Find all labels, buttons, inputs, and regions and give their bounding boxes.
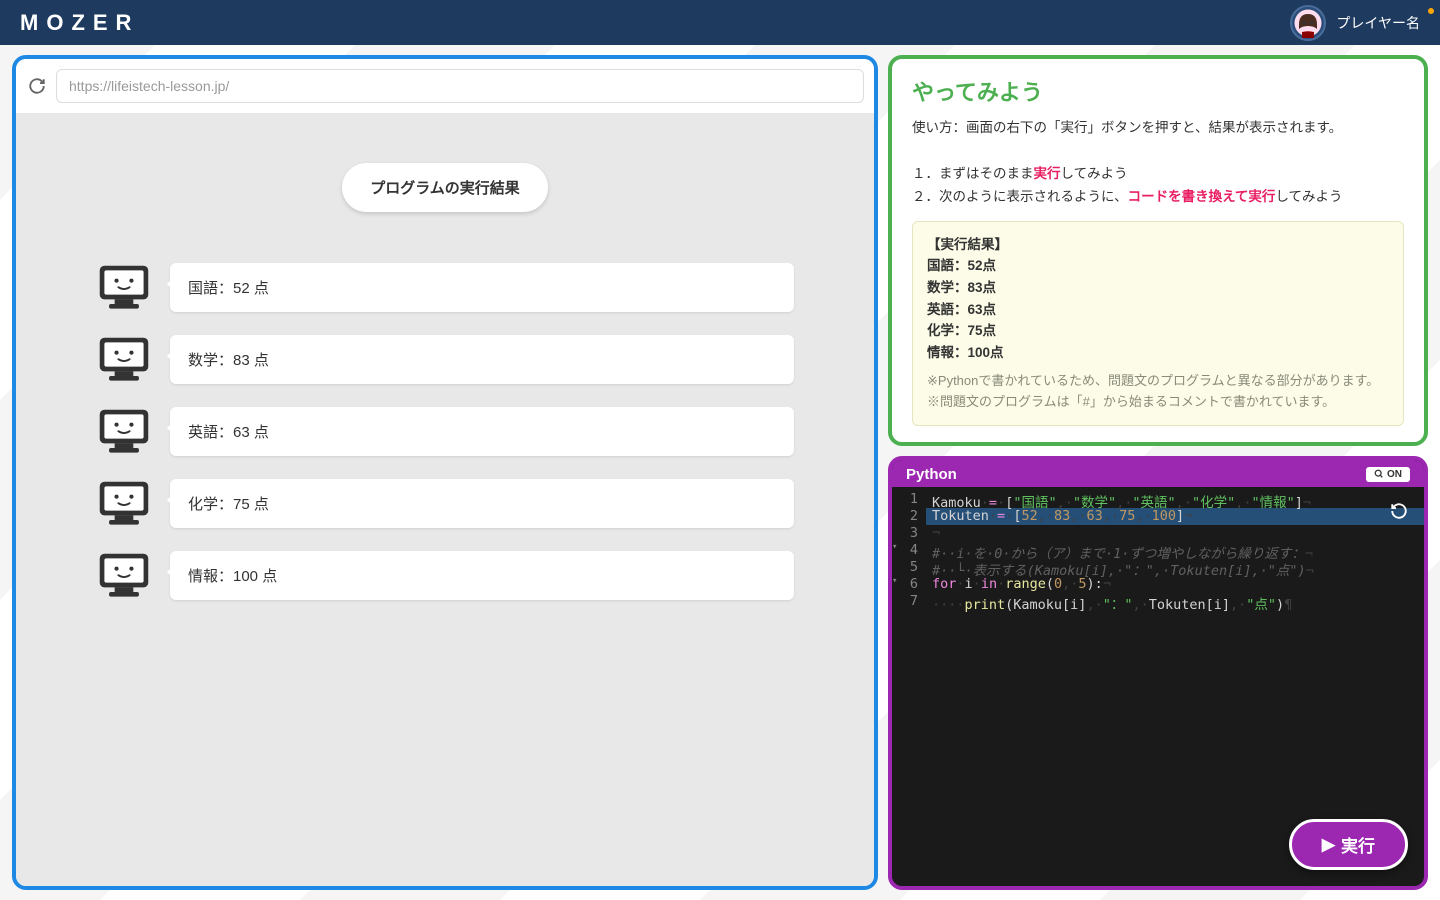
player-name: プレイヤー名 [1336,13,1420,33]
instruction-panel: やってみよう 使い方：画面の右下の「実行」ボタンを押すと、結果が表示されます。 … [888,55,1428,446]
result-text: 国語：52 点 [170,263,794,312]
avatar [1290,5,1326,41]
user-area[interactable]: プレイヤー名 [1290,5,1420,41]
result-row: 数学：83 点 [96,334,794,384]
monitor-icon [96,262,152,312]
result-row: 国語：52 点 [96,262,794,312]
usage-text: 使い方：画面の右下の「実行」ボタンを押すと、結果が表示されます。 [912,117,1404,140]
url-bar [16,59,874,113]
example-box: 【実行結果】 国語：52点数学：83点英語：63点化学：75点情報：100点 ※… [912,221,1404,426]
run-button[interactable]: ▶ 実行 [1289,819,1408,870]
result-row: 情報：100 点 [96,550,794,600]
result-text: 情報：100 点 [170,551,794,600]
result-row: 英語：63 点 [96,406,794,456]
step-2: ２．次のように表示されるように、コードを書き換えて実行してみよう [912,186,1404,209]
status-dot [1428,8,1434,14]
monitor-icon [96,334,152,384]
play-icon: ▶ [1322,835,1335,855]
monitor-icon [96,550,152,600]
result-text: 数学：83 点 [170,335,794,384]
preview-body: プログラムの実行結果 国語：52 点数学：83 点英語：63 点化学：75 点情… [16,113,874,886]
result-title: プログラムの実行結果 [342,163,548,212]
result-row: 化学：75 点 [96,478,794,528]
editor-panel: Python ON 1 2 3 4 5 6 7 Kamo [888,456,1428,890]
instruction-title: やってみよう [912,75,1404,107]
monitor-icon [96,406,152,456]
editor-language: Python [906,466,957,483]
monitor-icon [96,478,152,528]
result-text: 化学：75 点 [170,479,794,528]
url-input[interactable] [56,69,864,103]
reset-icon[interactable] [1390,502,1408,525]
result-text: 英語：63 点 [170,407,794,456]
step-1: １．まずはそのまま実行してみよう [912,163,1404,186]
topbar: MOZER プレイヤー名 [0,0,1440,45]
reload-icon[interactable] [26,75,48,97]
preview-panel: プログラムの実行結果 国語：52 点数学：83 点英語：63 点化学：75 点情… [12,55,878,890]
logo: MOZER [20,10,139,36]
zoom-badge[interactable]: ON [1366,467,1410,482]
